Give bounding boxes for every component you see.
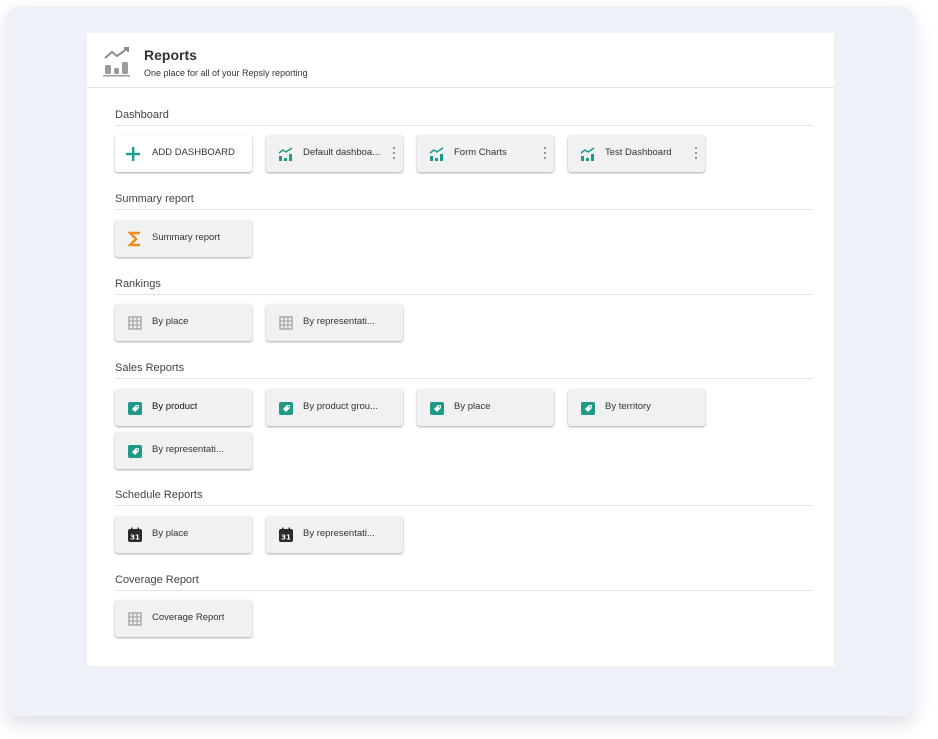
screenshot-frame: Reports One place for all of your Repsly… <box>6 6 914 716</box>
sigma-icon <box>127 231 140 247</box>
section-title-coverage: Coverage Report <box>115 574 199 586</box>
dashboard-tile-form-charts[interactable]: Form Charts <box>417 135 554 172</box>
report-tile-label: By territory <box>605 401 651 412</box>
calendar-icon: 31 <box>128 527 142 542</box>
page-subtitle: One place for all of your Repsly reporti… <box>144 68 308 78</box>
section-divider <box>115 125 812 126</box>
section-title-summary: Summary report <box>115 193 194 205</box>
dashboard-tile-label: Default dashboa... <box>303 147 381 158</box>
add-dashboard-label: ADD DASHBOARD <box>152 147 235 158</box>
sales-tag-icon <box>128 445 142 458</box>
section-divider <box>115 209 812 210</box>
dashboard-chart-icon <box>278 147 293 161</box>
plus-icon <box>126 147 140 161</box>
report-tile-sales-product[interactable]: By product <box>115 389 252 426</box>
section-divider <box>115 378 812 379</box>
dashboard-tile-default[interactable]: Default dashboa... <box>266 135 403 172</box>
reports-card: Reports One place for all of your Repsly… <box>87 33 834 666</box>
dashboard-chart-icon <box>429 147 444 161</box>
report-tile-label: By representati... <box>303 528 375 539</box>
section-title-rankings: Rankings <box>115 278 161 290</box>
dashboard-tile-label: Test Dashboard <box>605 147 672 158</box>
sales-tag-icon <box>279 402 293 415</box>
report-tile-sales-place[interactable]: By place <box>417 389 554 426</box>
report-tile-label: By product <box>152 401 198 412</box>
dashboard-chart-icon <box>580 147 595 161</box>
report-tile-label: Summary report <box>152 232 221 243</box>
kebab-menu-icon[interactable] <box>390 144 398 162</box>
report-tile-summary[interactable]: Summary report <box>115 220 252 257</box>
report-tile-sales-product-group[interactable]: By product grou... <box>266 389 403 426</box>
section-divider <box>115 590 812 591</box>
section-title-sales: Sales Reports <box>115 362 185 374</box>
report-tile-coverage[interactable]: Coverage Report <box>115 600 252 637</box>
report-tile-sales-territory[interactable]: By territory <box>568 389 705 426</box>
report-tile-ranking-representative[interactable]: By representati... <box>266 304 403 341</box>
grid-table-icon <box>128 316 142 330</box>
calendar-day-text: 31 <box>130 534 140 542</box>
dashboard-tile-test[interactable]: Test Dashboard <box>568 135 705 172</box>
sales-tag-icon <box>430 402 444 415</box>
grid-table-icon <box>279 316 293 330</box>
sales-tag-icon <box>128 402 142 415</box>
grid-table-icon <box>128 612 142 626</box>
add-dashboard-button[interactable]: ADD DASHBOARD <box>115 135 252 172</box>
kebab-menu-icon[interactable] <box>541 144 549 162</box>
page-header: Reports One place for all of your Repsly… <box>87 33 834 88</box>
report-tile-ranking-place[interactable]: By place <box>115 304 252 341</box>
sales-tag-icon <box>581 402 595 415</box>
report-tile-label: By representati... <box>152 444 224 455</box>
report-tile-label: By product grou... <box>303 401 378 412</box>
report-tile-schedule-place[interactable]: 31 By place <box>115 516 252 553</box>
dashboard-tile-label: Form Charts <box>454 147 507 158</box>
report-tile-label: Coverage Report <box>152 612 225 623</box>
section-divider <box>115 505 812 506</box>
report-tile-label: By place <box>152 528 189 539</box>
report-tile-sales-representative[interactable]: By representati... <box>115 432 252 469</box>
kebab-menu-icon[interactable] <box>692 144 700 162</box>
section-divider <box>115 294 812 295</box>
section-title-dashboard: Dashboard <box>115 109 169 121</box>
report-tile-label: By representati... <box>303 316 375 327</box>
section-title-schedule: Schedule Reports <box>115 489 203 501</box>
calendar-icon: 31 <box>279 527 293 542</box>
reports-chart-icon <box>103 47 130 77</box>
report-tile-label: By place <box>454 401 491 412</box>
calendar-day-text: 31 <box>281 534 291 542</box>
report-tile-label: By place <box>152 316 189 327</box>
report-tile-schedule-representative[interactable]: 31 By representati... <box>266 516 403 553</box>
page-title: Reports <box>144 47 197 63</box>
